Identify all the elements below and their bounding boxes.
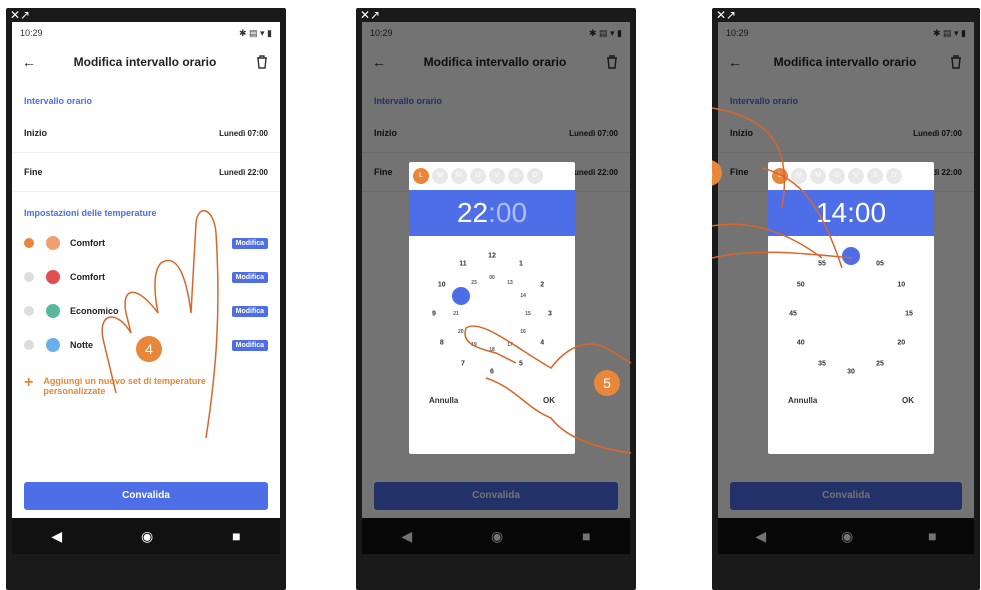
dialog-buttons: Annulla OK	[768, 396, 934, 405]
clock-number[interactable]: 30	[847, 369, 855, 376]
clock-number[interactable]: 15	[905, 311, 913, 318]
clock-number[interactable]: 12	[488, 253, 496, 260]
time-hours[interactable]: 22	[457, 197, 488, 228]
clock-inner-number[interactable]: 13	[507, 280, 513, 286]
validate-button[interactable]: Convalida	[24, 482, 268, 510]
start-row[interactable]: Inizio Lunedì 07:00	[12, 114, 280, 153]
clock-inner-number[interactable]: 14	[520, 293, 526, 299]
status-icons: ✱ ▤ ▾ ▮	[238, 27, 272, 38]
nav-bar: ◀ ◉ ■	[12, 518, 280, 554]
trash-icon[interactable]	[254, 54, 270, 70]
step-badge-4: 4	[136, 336, 162, 362]
comfort-icon	[46, 270, 60, 284]
day-chip[interactable]: V	[489, 168, 505, 184]
clock-inner-number[interactable]: 23	[471, 280, 477, 286]
clock-number[interactable]: 40	[797, 340, 805, 347]
close-window-icon[interactable]: ✕↗	[716, 8, 736, 22]
screen-3: 10:29 ✱ ▤ ▾ ▮ ← Modifica intervallo orar…	[718, 22, 974, 554]
hand-pointer-icon	[712, 107, 853, 269]
day-chip[interactable]: L	[413, 168, 429, 184]
radio[interactable]	[24, 306, 34, 316]
page-title: Modifica intervallo orario	[73, 55, 217, 69]
leaf-icon	[46, 304, 60, 318]
day-chip[interactable]: G	[470, 168, 486, 184]
clock-inner-number[interactable]: 00	[489, 275, 495, 281]
day-chip[interactable]: S	[508, 168, 524, 184]
day-chip[interactable]: D	[527, 168, 543, 184]
time-display: 22:00	[409, 190, 575, 236]
clock-number[interactable]: 1	[519, 260, 523, 267]
radio-selected[interactable]	[24, 238, 34, 248]
clock-number[interactable]: 20	[897, 340, 905, 347]
end-value: Lunedì 22:00	[219, 167, 268, 177]
time-minutes[interactable]: :00	[488, 197, 527, 228]
clock-selector[interactable]	[451, 287, 470, 305]
day-selector: L M M G V S D	[409, 162, 575, 190]
day-chip[interactable]: M	[451, 168, 467, 184]
day-chip[interactable]: M	[432, 168, 448, 184]
ok-button[interactable]: OK	[902, 396, 914, 405]
nav-home-icon[interactable]: ◉	[141, 528, 153, 545]
clock-number[interactable]: 8	[440, 340, 444, 347]
back-arrow-icon[interactable]: ←	[22, 54, 46, 70]
phone-3: ✕↗ 10:29 ✱ ▤ ▾ ▮ ← Modifica intervallo o…	[712, 8, 980, 590]
cancel-button[interactable]: Annulla	[788, 396, 817, 405]
start-label: Inizio	[24, 128, 47, 138]
phone-2: ✕↗ 10:29 ✱ ▤ ▾ ▮ ← Modifica intervallo o…	[356, 8, 636, 590]
plus-icon: +	[24, 374, 34, 391]
phone-1: ✕↗ 10:29 ✱ ▤ ▾ ▮ ← Modifica intervallo o…	[6, 8, 286, 590]
radio[interactable]	[24, 272, 34, 282]
status-bar: 10:29 ✱ ▤ ▾ ▮	[12, 22, 280, 44]
end-label: Fine	[24, 167, 43, 177]
nav-back-icon[interactable]: ◀	[51, 528, 62, 545]
nav-recents-icon[interactable]: ■	[232, 528, 240, 544]
start-value: Lunedì 07:00	[219, 128, 268, 138]
clock-number[interactable]: 35	[818, 361, 826, 368]
app-bar: ← Modifica intervallo orario	[12, 44, 280, 80]
clock-number[interactable]: 45	[789, 311, 797, 318]
clock-number[interactable]: 25	[876, 361, 884, 368]
moon-icon	[46, 338, 60, 352]
step-badge-5: 5	[594, 370, 620, 396]
radio[interactable]	[24, 340, 34, 350]
section-interval-title: Intervallo orario	[24, 96, 93, 106]
cancel-button[interactable]: Annulla	[429, 396, 458, 405]
clock-number[interactable]: 11	[459, 260, 466, 267]
comfort-icon	[46, 236, 60, 250]
end-row[interactable]: Fine Lunedì 22:00	[12, 153, 280, 192]
close-window-icon[interactable]: ✕↗	[360, 8, 380, 22]
screen-2: 10:29 ✱ ▤ ▾ ▮ ← Modifica intervallo orar…	[362, 22, 630, 554]
status-time: 10:29	[20, 28, 43, 38]
close-window-icon[interactable]: ✕↗	[10, 8, 30, 22]
clock-number[interactable]: 10	[438, 282, 446, 289]
clock-number[interactable]: 2	[540, 282, 544, 289]
clock-number[interactable]: 9	[432, 311, 436, 318]
hand-pointer-icon	[101, 210, 219, 439]
